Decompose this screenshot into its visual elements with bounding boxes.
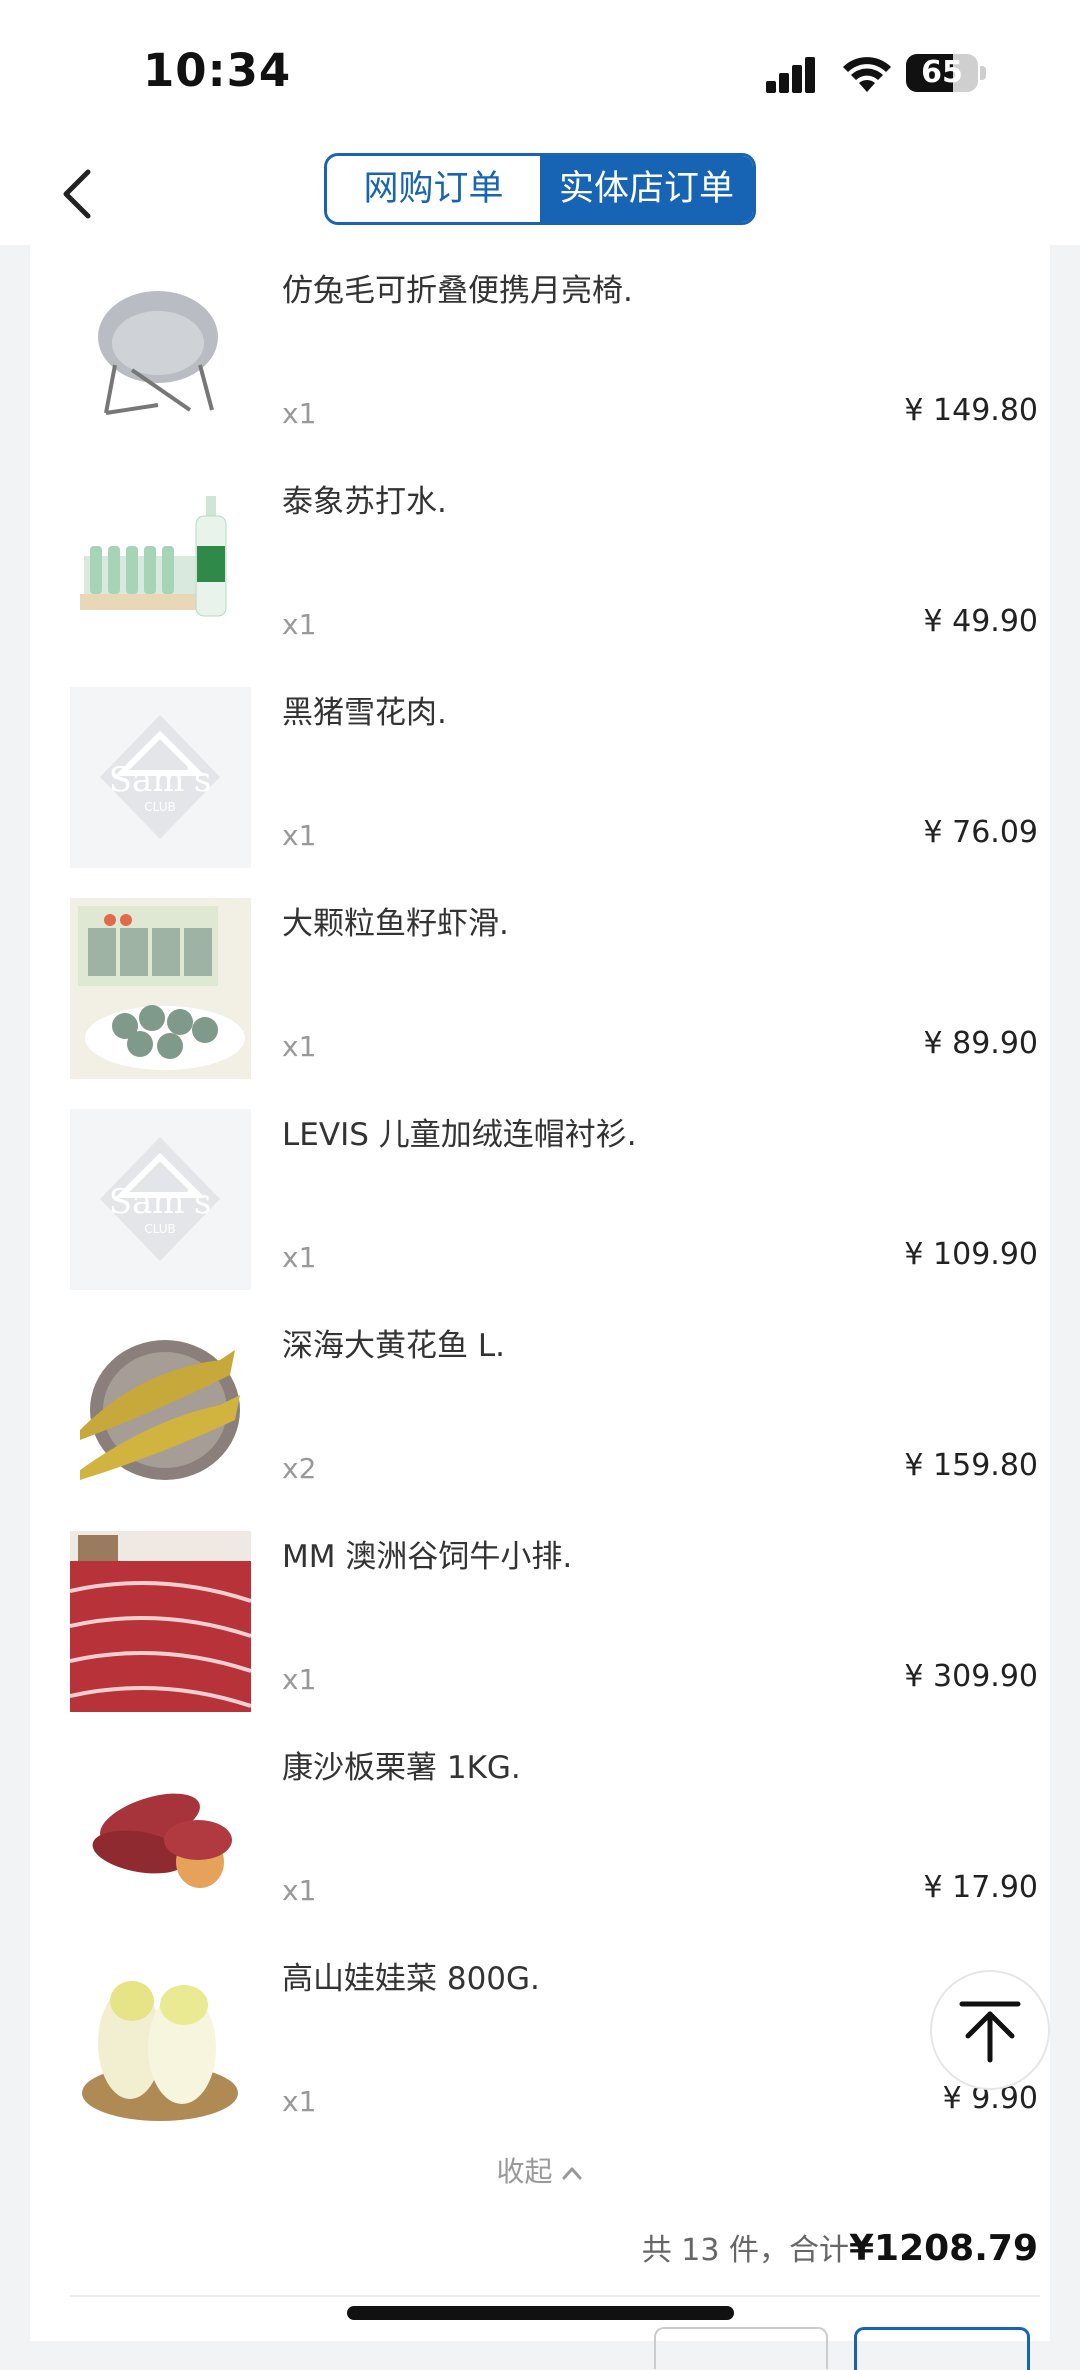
battery-level: 65 bbox=[921, 55, 963, 90]
battery-icon: 65 bbox=[906, 54, 986, 92]
list-item[interactable]: 仿兔毛可折叠便携月亮椅. x1 ¥ 149.80 bbox=[30, 265, 1050, 476]
item-name: 泰象苏打水. bbox=[282, 484, 447, 520]
item-name: 高山娃娃菜 800G. bbox=[282, 1961, 540, 1997]
summary-label: 共 13 件，合计 bbox=[641, 2233, 849, 2268]
beef-ribs-image bbox=[70, 1531, 251, 1712]
collapse-button[interactable]: 收起 bbox=[30, 2150, 1050, 2190]
item-price: ¥ 49.90 bbox=[923, 604, 1038, 639]
primary-action-button[interactable] bbox=[854, 2327, 1030, 2370]
status-time: 10:34 bbox=[143, 44, 292, 97]
list-item[interactable]: 深海大黄花鱼 L. x2 ¥ 159.80 bbox=[30, 1320, 1050, 1531]
sams-club-placeholder-image: Sam's CLUB bbox=[70, 1109, 251, 1290]
item-qty: x1 bbox=[282, 819, 317, 852]
svg-text:Sam's: Sam's bbox=[109, 1182, 212, 1222]
list-item[interactable]: 泰象苏打水. x1 ¥ 49.90 bbox=[30, 476, 1050, 687]
order-card: 仿兔毛可折叠便携月亮椅. x1 ¥ 149.80 泰象苏打水. x1 ¥ 49.… bbox=[30, 245, 1050, 2370]
yellow-croaker-image bbox=[70, 1320, 251, 1501]
baby-cabbage-image bbox=[70, 1953, 251, 2134]
wifi-icon bbox=[843, 57, 891, 92]
item-qty: x1 bbox=[282, 1874, 317, 1907]
item-name: MM 澳洲谷饲牛小排. bbox=[282, 1539, 573, 1575]
item-price: ¥ 17.90 bbox=[923, 1870, 1038, 1905]
back-arrow-icon[interactable] bbox=[54, 164, 104, 224]
order-type-segmented-control: 网购订单 实体店订单 bbox=[324, 153, 756, 225]
list-item[interactable]: 康沙板栗薯 1KG. x1 ¥ 17.90 bbox=[30, 1742, 1050, 1953]
item-name: 大颗粒鱼籽虾滑. bbox=[282, 906, 509, 942]
tab-online-orders[interactable]: 网购订单 bbox=[327, 156, 540, 222]
item-qty: x1 bbox=[282, 1030, 317, 1063]
item-qty: x1 bbox=[282, 2085, 317, 2118]
divider bbox=[70, 2295, 1040, 2297]
svg-text:CLUB: CLUB bbox=[144, 800, 175, 814]
secondary-action-button[interactable] bbox=[654, 2327, 828, 2369]
shrimp-paste-image bbox=[70, 898, 251, 1079]
sams-club-placeholder-image: Sam's CLUB bbox=[70, 687, 251, 868]
list-item[interactable]: MM 澳洲谷饲牛小排. x1 ¥ 309.90 bbox=[30, 1531, 1050, 1742]
item-name: 黑猪雪花肉. bbox=[282, 695, 447, 731]
item-price: ¥ 309.90 bbox=[904, 1659, 1038, 1694]
home-indicator bbox=[347, 2306, 734, 2320]
arrow-up-icon bbox=[959, 2001, 1021, 2063]
cellular-signal-icon bbox=[766, 55, 824, 93]
item-name: 仿兔毛可折叠便携月亮椅. bbox=[282, 273, 633, 309]
nav-header: 网购订单 实体店订单 bbox=[0, 140, 1080, 245]
item-price: ¥ 109.90 bbox=[904, 1237, 1038, 1272]
chevron-up-icon bbox=[562, 2167, 582, 2180]
item-qty: x1 bbox=[282, 608, 317, 641]
item-qty: x1 bbox=[282, 397, 317, 430]
item-price: ¥ 76.09 bbox=[923, 815, 1038, 850]
tab-store-orders[interactable]: 实体店订单 bbox=[540, 156, 753, 222]
item-name: LEVIS 儿童加绒连帽衬衫. bbox=[282, 1117, 637, 1153]
item-name: 深海大黄花鱼 L. bbox=[282, 1328, 505, 1364]
collapse-label: 收起 bbox=[496, 2155, 553, 2188]
item-name: 康沙板栗薯 1KG. bbox=[282, 1750, 521, 1786]
order-total: ¥1208.79 bbox=[848, 2228, 1038, 2269]
item-price: ¥ 159.80 bbox=[904, 1448, 1038, 1483]
status-bar: 10:34 65 bbox=[0, 0, 1080, 140]
soda-water-image bbox=[70, 476, 251, 657]
order-summary: 共 13 件，合计¥1208.79 bbox=[642, 2225, 1038, 2269]
item-qty: x1 bbox=[282, 1241, 317, 1274]
item-price: ¥ 149.80 bbox=[904, 393, 1038, 428]
list-item[interactable]: 高山娃娃菜 800G. x1 ¥ 9.90 bbox=[30, 1953, 1050, 2164]
svg-text:CLUB: CLUB bbox=[144, 1222, 175, 1236]
item-qty: x1 bbox=[282, 1663, 317, 1696]
list-item[interactable]: 大颗粒鱼籽虾滑. x1 ¥ 89.90 bbox=[30, 898, 1050, 1109]
list-item[interactable]: Sam's CLUB 黑猪雪花肉. x1 ¥ 76.09 bbox=[30, 687, 1050, 898]
moon-chair-image bbox=[70, 265, 251, 446]
scroll-to-top-button[interactable] bbox=[930, 1970, 1050, 2090]
item-price: ¥ 89.90 bbox=[923, 1026, 1038, 1061]
svg-text:Sam's: Sam's bbox=[109, 760, 212, 800]
item-qty: x2 bbox=[282, 1452, 317, 1485]
list-item[interactable]: Sam's CLUB LEVIS 儿童加绒连帽衬衫. x1 ¥ 109.90 bbox=[30, 1109, 1050, 1320]
sweet-potato-image bbox=[70, 1742, 251, 1923]
